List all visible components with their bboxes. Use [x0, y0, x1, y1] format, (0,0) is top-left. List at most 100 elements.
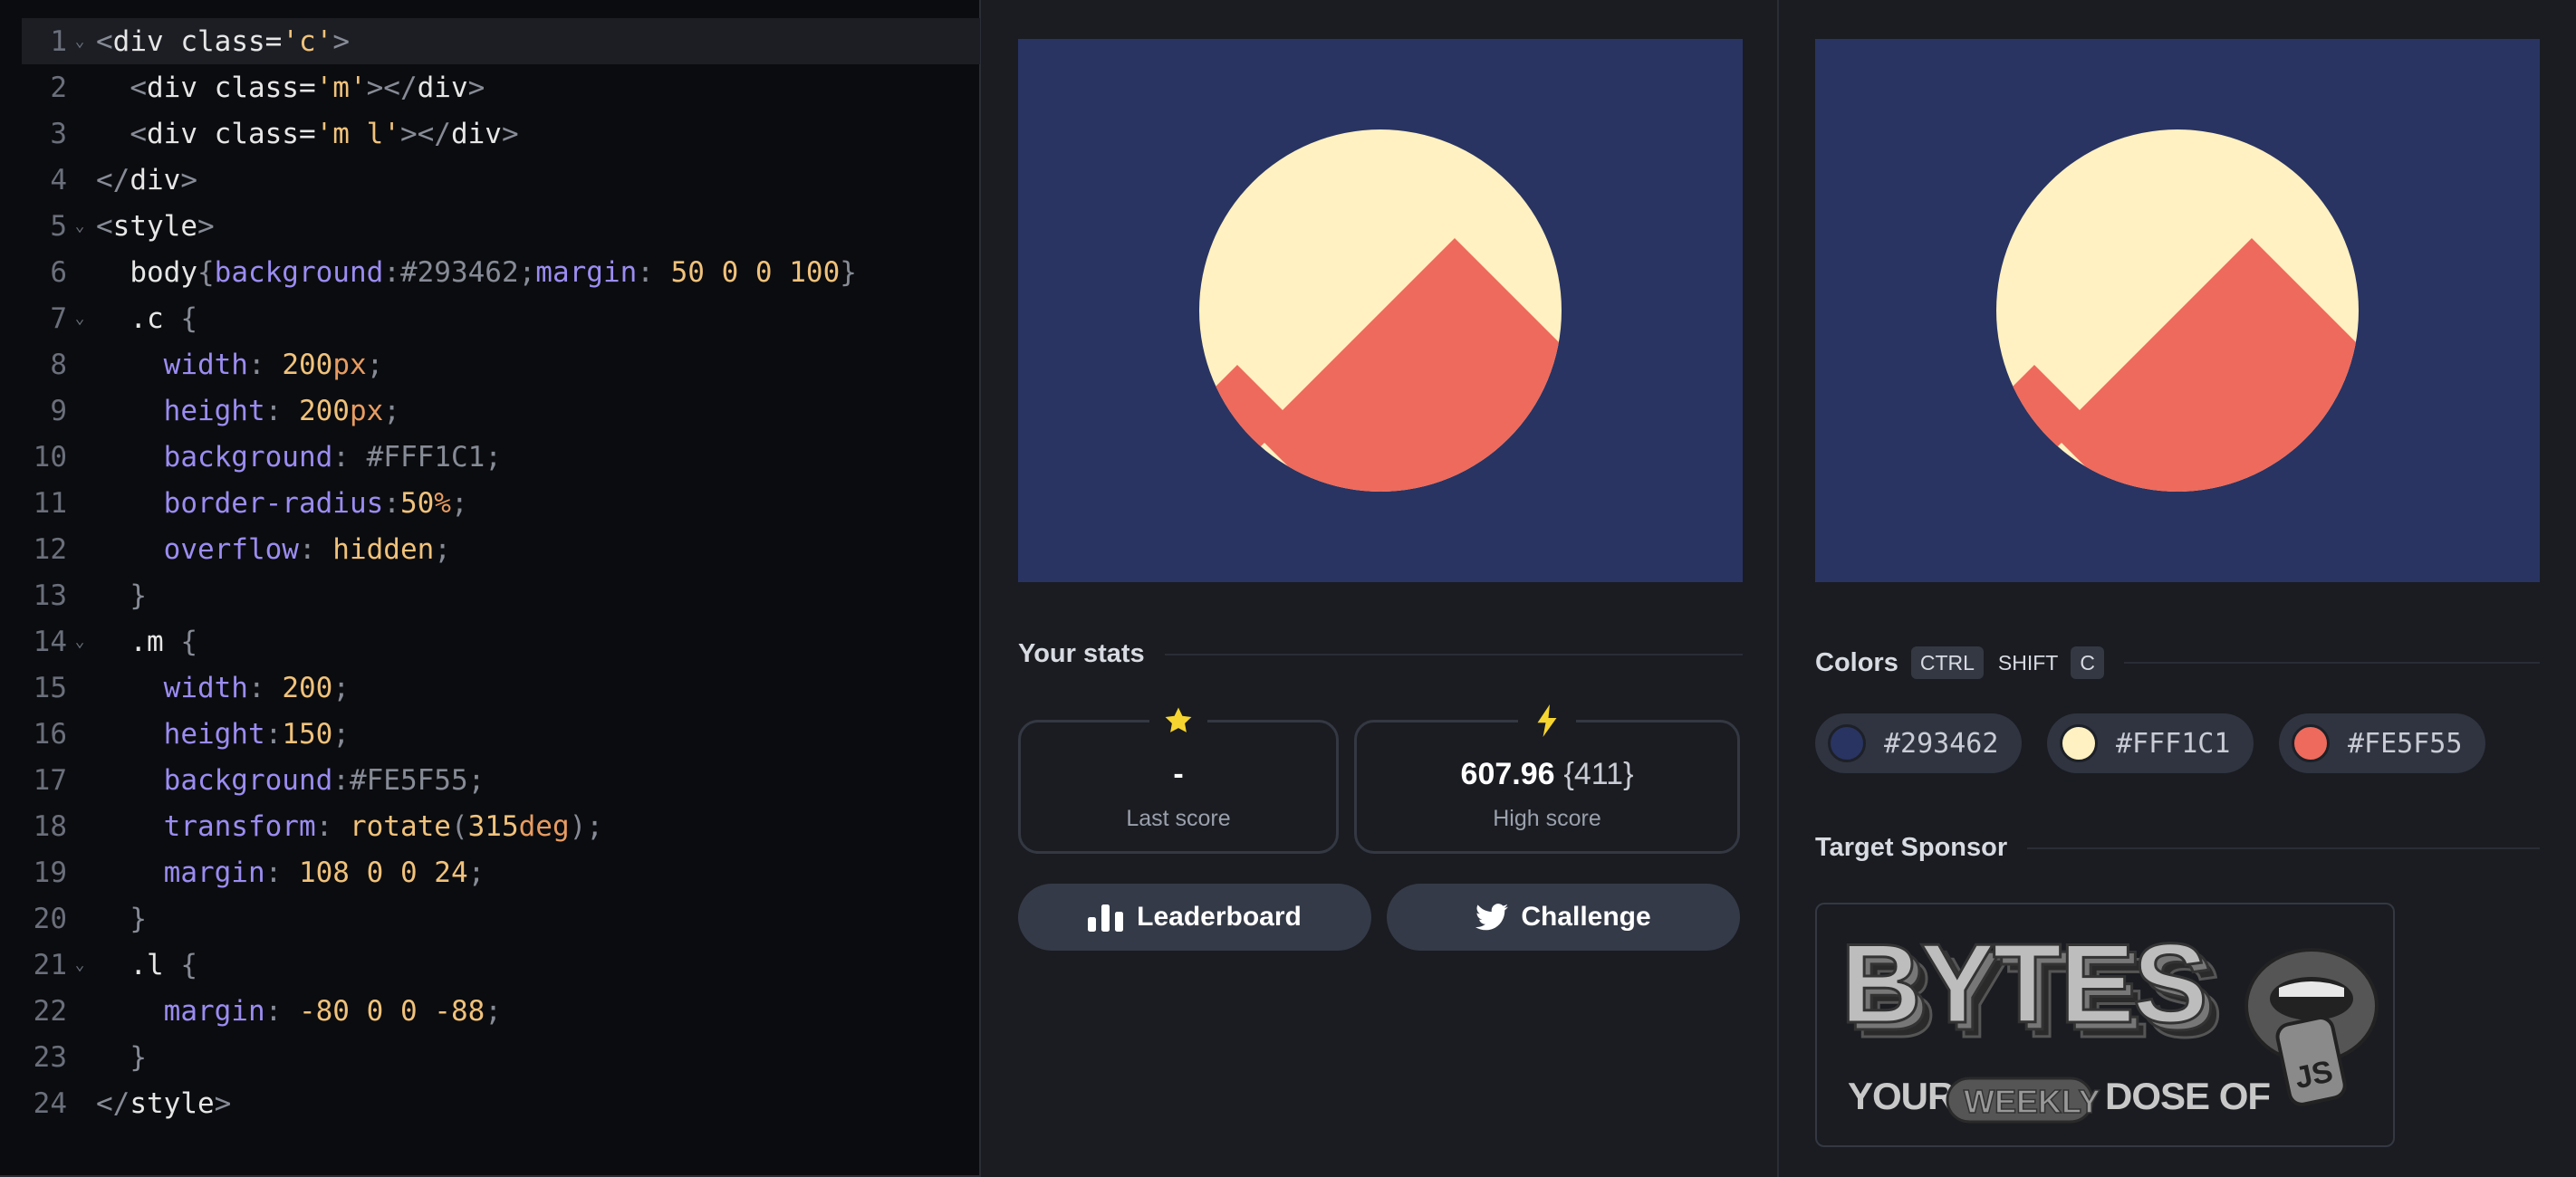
- code-line[interactable]: 22 margin: -80 0 0 -88;: [22, 988, 980, 1034]
- code-text: height:150;: [92, 718, 350, 751]
- code-token: {: [180, 301, 197, 335]
- code-editor[interactable]: 1 ⌄ <div class='c'> 2 <div class='m'></div>…: [0, 0, 981, 1177]
- code-token: :: [264, 994, 299, 1028]
- code-text: body{background:#293462;margin: 50 0 0 1…: [92, 256, 857, 289]
- code-text: transform: rotate(315deg);: [92, 810, 603, 843]
- line-number: 17: [33, 763, 67, 797]
- line-number: 7: [50, 301, 67, 335]
- code-line[interactable]: 18 transform: rotate(315deg);: [22, 803, 980, 849]
- line-number: 11: [33, 486, 67, 520]
- code-text: width: 200;: [92, 672, 350, 704]
- code-token: :: [264, 856, 299, 889]
- code-line[interactable]: 14 ⌄ .m {: [22, 618, 980, 665]
- code-token: rotate: [349, 809, 451, 843]
- code-text: .m {: [92, 626, 197, 658]
- code-token: <: [96, 24, 113, 58]
- stats-title: Your stats: [1018, 639, 1145, 668]
- sponsor-banner[interactable]: BYTES BYTES BYTES JS YOUR WEEKLY DOSE OF: [1815, 903, 2395, 1147]
- code-line[interactable]: 9 height: 200px;: [22, 388, 980, 434]
- divider: [2027, 847, 2540, 849]
- code-token: px: [349, 394, 384, 427]
- code-line[interactable]: 10 background: #FFF1C1;: [22, 434, 980, 480]
- code-line[interactable]: 7 ⌄ .c {: [22, 295, 980, 341]
- code-token: (: [450, 809, 468, 843]
- code-line[interactable]: 2 <div class='m'></div>: [22, 64, 980, 110]
- code-token: margin: [96, 994, 265, 1028]
- color-swatch-1[interactable]: #293462: [1815, 713, 2023, 773]
- code-line[interactable]: 16 height:150;: [22, 711, 980, 757]
- leaderboard-button[interactable]: Leaderboard: [1018, 884, 1371, 951]
- code-token: transform: [96, 809, 316, 843]
- code-line[interactable]: 5 ⌄ <style>: [22, 203, 980, 249]
- line-number: 8: [50, 348, 67, 381]
- code-token: }: [96, 902, 147, 935]
- code-line[interactable]: 20 }: [22, 895, 980, 942]
- code-line[interactable]: 1 ⌄ <div class='c'>: [22, 18, 980, 64]
- code-token: }: [96, 579, 147, 612]
- color-dot: [2292, 724, 2330, 762]
- code-token: body: [96, 255, 197, 289]
- code-line[interactable]: 19 margin: 108 0 0 24;: [22, 849, 980, 895]
- code-token: ;: [332, 671, 350, 704]
- last-score-label: Last score: [1126, 806, 1231, 831]
- challenge-button[interactable]: Challenge: [1387, 884, 1740, 951]
- code-token: background: [96, 440, 333, 474]
- code-token: ;: [366, 348, 384, 381]
- high-score-card: 607.96 {411} High score: [1354, 703, 1740, 854]
- code-line[interactable]: 17 background:#FE5F55;: [22, 757, 980, 803]
- code-token: ></: [366, 71, 418, 104]
- code-token: {: [180, 948, 197, 981]
- color-swatch-2[interactable]: #FFF1C1: [2047, 713, 2254, 773]
- line-number: 21: [33, 948, 67, 981]
- code-token: ;: [450, 486, 468, 520]
- line-number: 24: [33, 1086, 67, 1120]
- code-token: {: [197, 255, 215, 289]
- code-token: ;: [467, 763, 485, 797]
- fold-chevron-icon[interactable]: ⌄: [67, 309, 92, 328]
- fold-chevron-icon[interactable]: ⌄: [67, 632, 92, 651]
- code-token: 200: [282, 348, 333, 381]
- code-token: overflow: [96, 532, 299, 566]
- code-line[interactable]: 15 width: 200;: [22, 665, 980, 711]
- code-token: margin: [96, 856, 265, 889]
- code-line[interactable]: 21 ⌄ .l {: [22, 942, 980, 988]
- code-line[interactable]: 8 width: 200px;: [22, 341, 980, 388]
- code-token: <: [96, 209, 113, 243]
- fold-chevron-icon[interactable]: ⌄: [67, 955, 92, 974]
- code-line[interactable]: 11 border-radius:50%;: [22, 480, 980, 526]
- fold-chevron-icon[interactable]: ⌄: [67, 32, 92, 51]
- tagline-your: YOUR: [1848, 1075, 1955, 1117]
- logo-text: BYTES: [1841, 922, 2206, 1047]
- line-number: 2: [50, 71, 67, 104]
- code-token: >: [180, 163, 197, 196]
- code-line[interactable]: 12 overflow: hidden;: [22, 526, 980, 572]
- line-number: 14: [33, 625, 67, 658]
- code-line[interactable]: 3 <div class='m l'></div>: [22, 110, 980, 157]
- color-hex: #FFF1C1: [2116, 727, 2231, 760]
- code-token: 200: [282, 671, 333, 704]
- code-text: height: 200px;: [92, 395, 400, 427]
- code-token: </: [96, 1086, 130, 1120]
- code-token: :: [264, 717, 283, 751]
- code-token: ;: [434, 532, 451, 566]
- color-swatch-3[interactable]: #FE5F55: [2279, 713, 2486, 773]
- code-line[interactable]: 23 }: [22, 1034, 980, 1080]
- last-score-value: -: [1173, 757, 1184, 791]
- code-token: 150: [282, 717, 333, 751]
- code-line[interactable]: 4 </div>: [22, 157, 980, 203]
- line-number: 5: [50, 209, 67, 243]
- code-token: .l: [96, 948, 181, 981]
- code-line[interactable]: 24 </style>: [22, 1080, 980, 1126]
- code-token: 200: [298, 394, 350, 427]
- code-line[interactable]: 6 body{background:#293462;margin: 50 0 0…: [22, 249, 980, 295]
- code-token: 50: [399, 486, 435, 520]
- code-token: :: [247, 348, 283, 381]
- code-line[interactable]: 13 }: [22, 572, 980, 618]
- shortcut-key-c: C: [2071, 646, 2104, 679]
- code-text: overflow: hidden;: [92, 533, 451, 566]
- fold-chevron-icon[interactable]: ⌄: [67, 216, 92, 235]
- shortcut-key-shift: SHIFT: [1997, 650, 2059, 675]
- code-token: :: [383, 486, 400, 520]
- code-token: :: [264, 394, 299, 427]
- color-dot: [2060, 724, 2098, 762]
